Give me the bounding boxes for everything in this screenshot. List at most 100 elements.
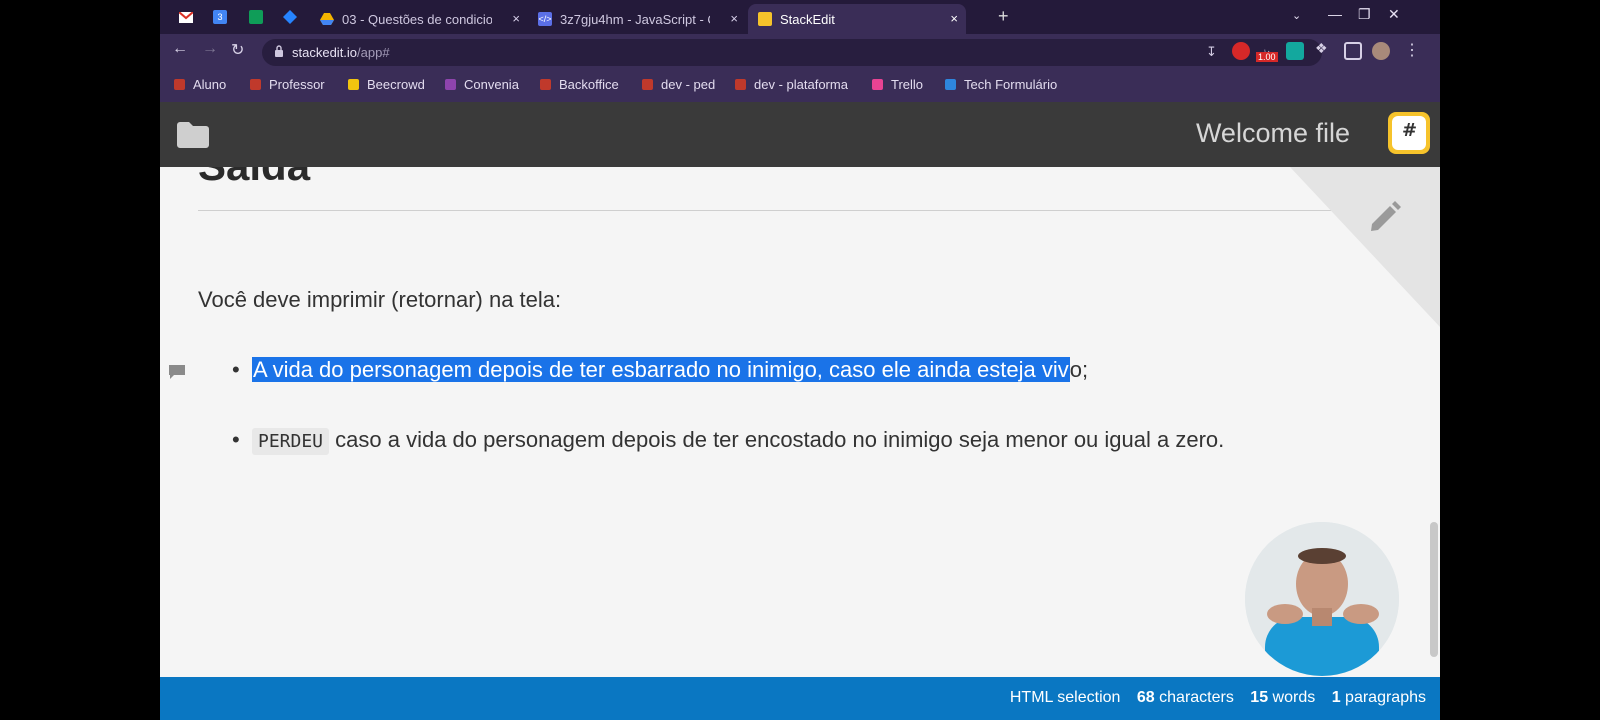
tab-questoes[interactable]: 03 - Questões de condicio × — [310, 4, 528, 34]
forward-icon[interactable]: → — [202, 40, 218, 58]
bookmark-favicon-icon — [445, 79, 456, 90]
unselected-text: o; — [1069, 357, 1089, 382]
bookmark-label: Aluno — [193, 77, 227, 92]
sheets-pinned-tab[interactable] — [244, 6, 268, 28]
tab-title: StackEdit — [780, 11, 835, 27]
calendar-pinned-tab[interactable]: 3 — [208, 6, 232, 28]
list-item-text[interactable]: PERDEU caso a vida do personagem depois … — [252, 427, 1225, 455]
bookmark-professor[interactable]: Professor — [250, 77, 325, 92]
selected-text[interactable]: A vida do personagem depois de ter esbar… — [252, 357, 1070, 382]
tab-javascript[interactable]: </> 3z7gju4hm - JavaScript - C × — [528, 4, 746, 34]
stackedit-navbar: Welcome file # — [160, 102, 1440, 167]
logo-inner: # — [1392, 116, 1426, 150]
bookmark-label: Tech Formulário — [964, 77, 1058, 92]
gmail-pinned-tab[interactable] — [174, 6, 198, 28]
checklist-extension-icon[interactable] — [1286, 42, 1304, 60]
bookmark-convenia[interactable]: Convenia — [445, 77, 519, 92]
heading-divider — [198, 210, 1338, 211]
close-tab-icon[interactable]: × — [730, 11, 738, 26]
url-path: /app# — [357, 45, 390, 60]
bookmark-favicon-icon — [540, 79, 551, 90]
bookmark-favicon-icon — [945, 79, 956, 90]
ublock-extension-icon[interactable] — [1232, 42, 1250, 60]
side-panel-icon[interactable] — [1344, 42, 1362, 60]
google-drive-icon — [320, 13, 334, 25]
bookmark-label: Professor — [269, 77, 325, 92]
bookmark-favicon-icon — [735, 79, 746, 90]
folder-icon[interactable] — [176, 120, 210, 148]
paragraphs-label: paragraphs — [1345, 689, 1426, 706]
bookmark-trello[interactable]: Trello — [872, 77, 923, 92]
lock-icon — [275, 45, 283, 57]
stackedit-app: Welcome file # Saída Você deve imprimir … — [160, 102, 1440, 720]
selection-stats: HTML selection 68 characters 15 words 1 … — [1010, 689, 1426, 707]
tab-strip: 3 03 - Questões de condicio × </> 3z7gju… — [160, 0, 1440, 34]
comment-icon[interactable] — [168, 364, 186, 380]
bookmark-favicon-icon — [250, 79, 261, 90]
bookmark-aluno[interactable]: Aluno — [174, 77, 226, 92]
back-icon[interactable]: ← — [172, 40, 188, 58]
tab-stackedit[interactable]: StackEdit × — [748, 4, 966, 34]
list-item-text[interactable]: A vida do personagem depois de ter esbar… — [252, 357, 1088, 383]
minimize-icon[interactable]: — — [1328, 6, 1342, 22]
scrollbar-thumb[interactable] — [1430, 522, 1438, 657]
install-app-icon[interactable]: ↧ — [1206, 44, 1217, 60]
close-tab-icon[interactable]: × — [950, 11, 958, 26]
bookmark-favicon-icon — [174, 79, 185, 90]
words-count: 15 — [1250, 689, 1269, 706]
browser-toolbar: ← → ↻ stackedit.io/app# ↧ ⚲ ⤷ ☆ 1.00 ❖ ⋮ — [160, 34, 1440, 70]
code-icon: </> — [538, 12, 552, 26]
jira-icon — [283, 10, 297, 24]
new-tab-button[interactable]: + — [998, 6, 1009, 27]
tab-search-icon[interactable]: ⌄ — [1292, 9, 1301, 22]
browser-window: 3 03 - Questões de condicio × </> 3z7gju… — [160, 0, 1440, 720]
status-label: HTML selection — [1009, 689, 1121, 706]
bookmark-favicon-icon — [642, 79, 653, 90]
close-tab-icon[interactable]: × — [512, 11, 520, 26]
close-window-icon[interactable]: ✕ — [1388, 6, 1400, 23]
list-bullet: • — [232, 427, 240, 452]
url-text: stackedit.io/app# — [292, 45, 390, 60]
stackedit-icon — [758, 12, 772, 26]
bookmark-tech-formulario[interactable]: Tech Formulário — [945, 77, 1057, 92]
bookmark-beecrowd[interactable]: Beecrowd — [348, 77, 425, 92]
restore-icon[interactable]: ❐ — [1358, 6, 1371, 23]
calendar-icon: 3 — [213, 10, 227, 24]
profile-avatar[interactable] — [1372, 42, 1390, 60]
edit-corner-fold — [1290, 167, 1440, 327]
presenter-video — [1245, 522, 1399, 676]
bookmark-dev-ped[interactable]: dev - ped — [642, 77, 715, 92]
words-label: words — [1272, 689, 1316, 706]
characters-label: characters — [1159, 689, 1234, 706]
paragraphs-count: 1 — [1331, 689, 1341, 706]
jira-pinned-tab[interactable] — [278, 6, 302, 28]
address-bar[interactable]: stackedit.io/app# ↧ ⚲ ⤷ ☆ — [262, 39, 1322, 66]
document-title[interactable]: Welcome file — [1196, 118, 1350, 149]
stackedit-logo-button[interactable]: # — [1388, 112, 1430, 154]
bookmark-favicon-icon — [872, 79, 883, 90]
reload-icon[interactable]: ↻ — [231, 40, 244, 60]
video-speed-extension-icon[interactable]: 1.00 — [1256, 42, 1280, 62]
intro-paragraph: Você deve imprimir (retornar) na tela: — [198, 287, 562, 312]
extensions-puzzle-icon[interactable]: ❖ — [1315, 40, 1333, 58]
gmail-icon — [179, 11, 193, 23]
bookmark-backoffice[interactable]: Backoffice — [540, 77, 619, 92]
extension-badge: 1.00 — [1256, 52, 1278, 62]
bookmark-label: dev - plataforma — [754, 77, 848, 92]
webcam-overlay — [1245, 522, 1399, 676]
list-item-body: caso a vida do personagem depois de ter … — [329, 427, 1225, 452]
bookmark-label: Backoffice — [559, 77, 619, 92]
status-bar: HTML selection 68 characters 15 words 1 … — [160, 677, 1440, 720]
bookmark-favicon-icon — [348, 79, 359, 90]
bookmark-label: Convenia — [464, 77, 519, 92]
bookmark-dev-plataforma[interactable]: dev - plataforma — [735, 77, 848, 92]
url-host: stackedit.io — [292, 45, 358, 60]
menu-kebab-icon[interactable]: ⋮ — [1404, 40, 1420, 60]
bookmarks-bar: Aluno Professor Beecrowd Convenia Backof… — [160, 70, 1440, 102]
sheets-icon — [249, 10, 263, 24]
tab-title: 03 - Questões de condicio — [342, 11, 492, 27]
tab-title: 3z7gju4hm - JavaScript - C — [560, 11, 710, 27]
list-bullet: • — [232, 357, 240, 382]
pencil-icon[interactable] — [1366, 198, 1402, 234]
logo-hash: # — [1402, 120, 1418, 141]
